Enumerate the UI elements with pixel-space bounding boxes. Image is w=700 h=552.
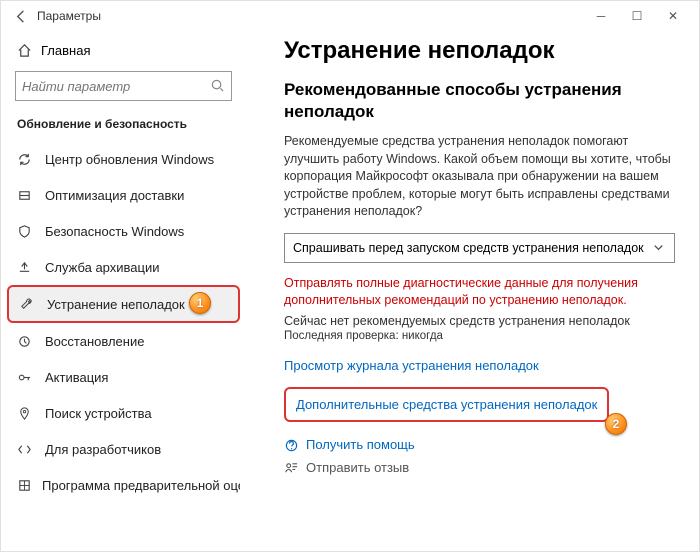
close-button[interactable]: ✕ [655,9,691,23]
dropdown-selected: Спрашивать перед запуском средств устран… [293,241,644,255]
minimize-button[interactable]: ─ [583,9,619,23]
sidebar-item-activation[interactable]: Активация [7,359,240,395]
sidebar-item-find-device[interactable]: Поиск устройства [7,395,240,431]
section-body: Рекомендуемые средства устранения непола… [284,133,675,221]
sync-icon [17,151,35,168]
sidebar-item-recovery[interactable]: Восстановление [7,323,240,359]
page-title: Устранение неполадок [284,37,675,65]
sidebar: Главная Обновление и безопасность Центр … [1,31,246,551]
sidebar-item-label: Безопасность Windows [35,224,184,239]
last-check-status: Последняя проверка: никогда [284,330,675,342]
shield-icon [17,223,35,240]
sidebar-item-label: Устранение неполадок [37,297,185,312]
home-label: Главная [35,43,90,58]
search-field[interactable] [22,79,210,94]
sidebar-item-windows-update[interactable]: Центр обновления Windows [7,141,240,177]
back-button[interactable] [9,8,33,23]
main-panel: Устранение неполадок Рекомендованные спо… [246,31,699,551]
no-recommended-status: Сейчас нет рекомендуемых средств устране… [284,314,675,328]
get-help-link[interactable]: Получить помощь [284,436,675,453]
sidebar-item-insider[interactable]: Программа предварительной оценки Windows [7,467,240,503]
wrench-icon [19,296,37,313]
annotation-badge-1: 1 [189,292,211,314]
diagnostic-warning: Отправлять полные диагностические данные… [284,275,675,309]
content-area: Главная Обновление и безопасность Центр … [1,31,699,551]
home-item[interactable]: Главная [7,35,240,65]
maximize-button[interactable]: ☐ [619,9,655,23]
home-icon [17,42,35,58]
chevron-down-icon [651,240,666,255]
sidebar-item-label: Для разработчиков [35,442,161,457]
recovery-icon [17,333,35,350]
sidebar-item-windows-security[interactable]: Безопасность Windows [7,213,240,249]
sidebar-item-label: Активация [35,370,108,385]
feedback-icon [284,459,306,476]
sidebar-item-label: Восстановление [35,334,144,349]
sidebar-item-delivery-optimization[interactable]: Оптимизация доставки [7,177,240,213]
troubleshoot-dropdown[interactable]: Спрашивать перед запуском средств устран… [284,233,675,263]
annotation-badge-2: 2 [605,413,627,435]
sidebar-item-label: Программа предварительной оценки Windows [32,478,240,493]
window-title: Параметры [33,9,583,23]
help-label: Получить помощь [306,437,415,452]
sidebar-item-label: Поиск устройства [35,406,152,421]
sidebar-item-developers[interactable]: Для разработчиков [7,431,240,467]
sidebar-item-label: Служба архивации [35,260,160,275]
search-icon [210,77,225,95]
section-title: Обновление и безопасность [7,111,240,141]
code-icon [17,441,35,458]
feedback-label: Отправить отзыв [306,460,409,475]
sidebar-item-label: Центр обновления Windows [35,152,214,167]
titlebar: Параметры ─ ☐ ✕ [1,1,699,31]
backup-icon [17,259,35,276]
key-icon [17,369,35,386]
delivery-icon [17,187,35,204]
insider-icon [17,477,32,494]
search-input[interactable] [15,71,232,101]
feedback-link[interactable]: Отправить отзыв [284,459,675,476]
history-link[interactable]: Просмотр журнала устранения неполадок [284,358,675,373]
sidebar-item-label: Оптимизация доставки [35,188,184,203]
location-icon [17,405,35,422]
section-subtitle: Рекомендованные способы устранения непол… [284,79,675,123]
sidebar-item-backup[interactable]: Служба архивации [7,249,240,285]
help-icon [284,436,306,453]
additional-troubleshooters-link[interactable]: Дополнительные средства устранения непол… [284,387,609,422]
